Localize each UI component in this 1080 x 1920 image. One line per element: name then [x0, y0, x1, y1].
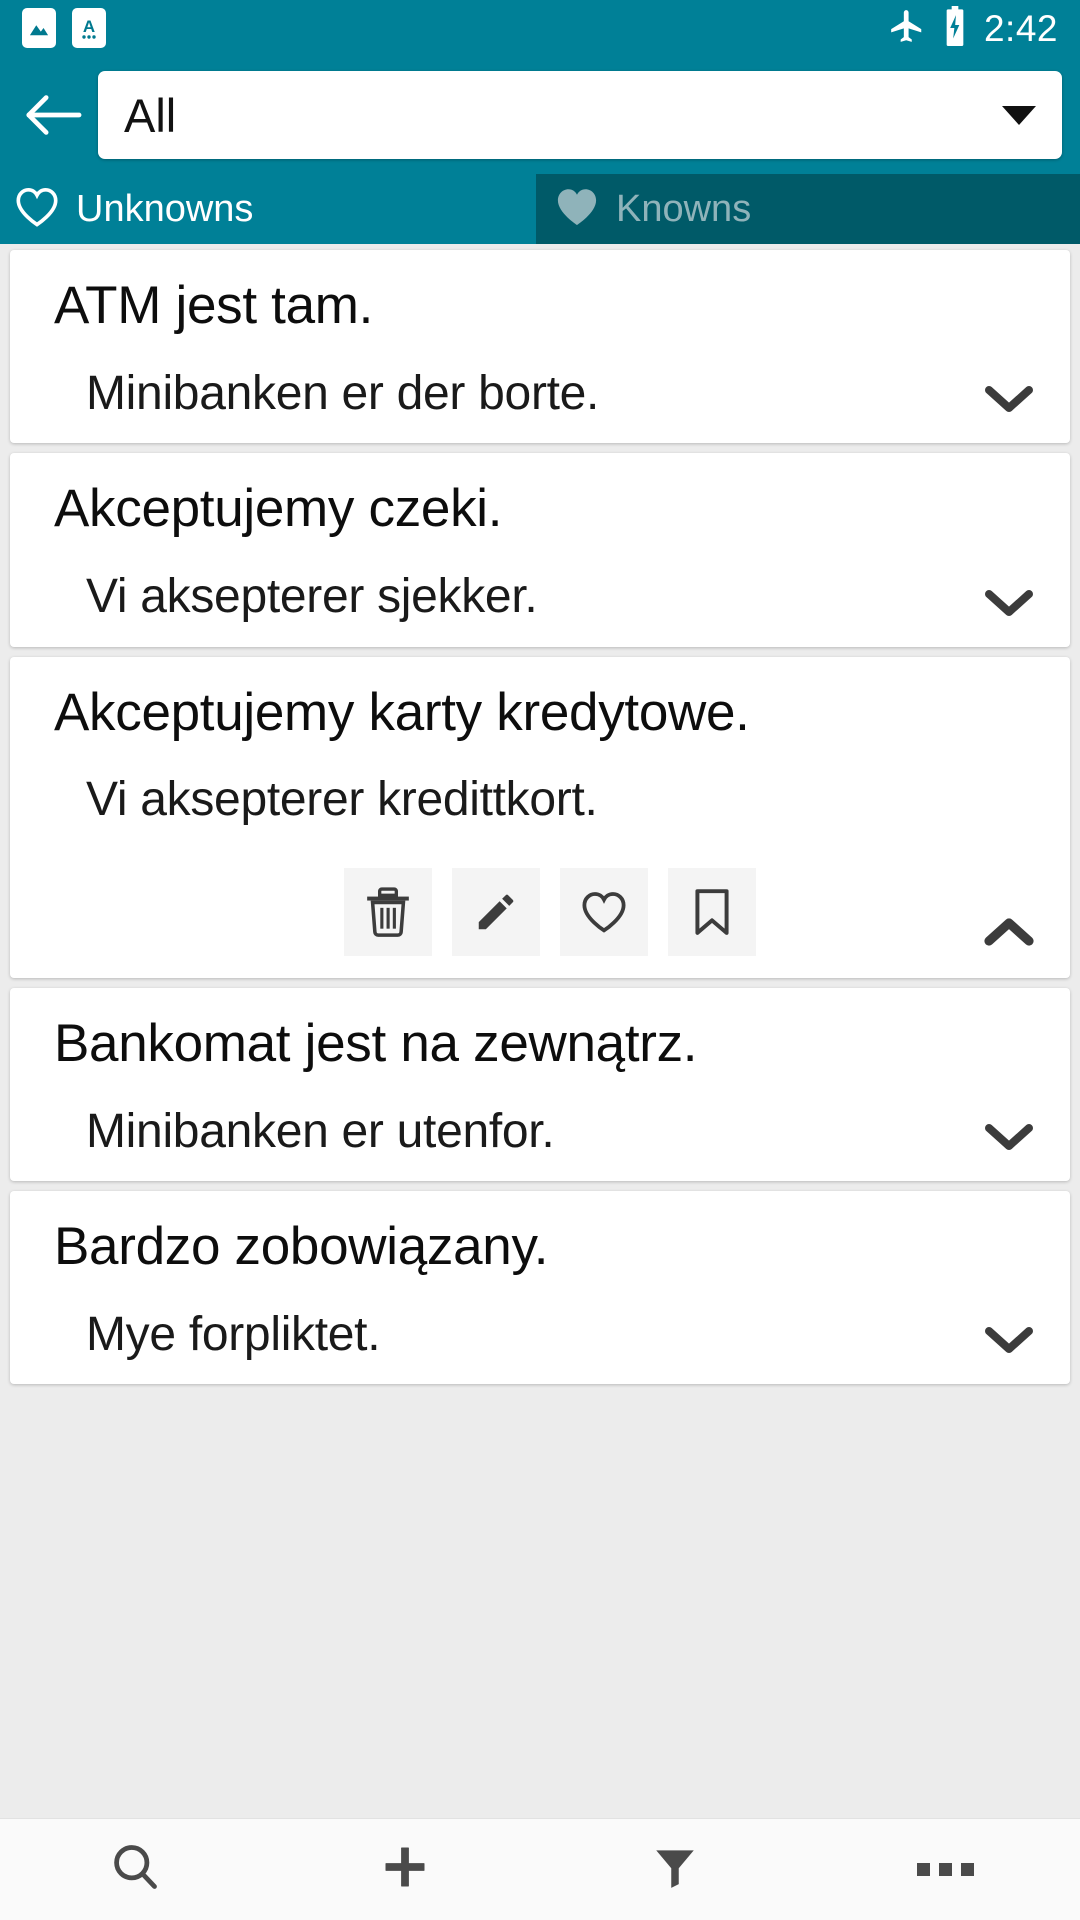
delete-button[interactable]	[344, 867, 432, 956]
chevron-up-icon[interactable]	[982, 906, 1036, 960]
text-notification-icon: A	[72, 8, 106, 48]
bookmark-button[interactable]	[668, 867, 756, 956]
phrase-back: Mye forpliktet.	[86, 1308, 381, 1362]
filter-button[interactable]	[540, 1819, 810, 1920]
search-button[interactable]	[0, 1819, 270, 1920]
airplane-mode-icon	[888, 7, 926, 50]
more-icon	[916, 1863, 974, 1876]
favorite-button[interactable]	[560, 867, 648, 956]
phrase-front: Akceptujemy karty kredytowe.	[54, 682, 750, 742]
phrase-back: Minibanken er utenfor.	[86, 1104, 555, 1158]
phrase-back: Vi aksepterer kredittkort.	[86, 773, 598, 827]
chevron-down-icon[interactable]	[982, 1109, 1036, 1163]
phrase-front: Bankomat jest na zewnątrz.	[54, 1013, 698, 1073]
overflow-button[interactable]	[810, 1819, 1080, 1920]
bottom-navigation-bar	[0, 1818, 1080, 1920]
list-item[interactable]: Bardzo zobowiązany. Mye forpliktet.	[10, 1191, 1070, 1385]
tab-unknowns-label: Unknowns	[76, 188, 254, 230]
chevron-down-icon[interactable]	[982, 1312, 1036, 1366]
status-indicators: 2:42	[888, 5, 1058, 51]
tab-unknowns[interactable]: Unknowns	[0, 174, 536, 244]
add-button[interactable]	[270, 1819, 540, 1920]
back-button[interactable]	[14, 77, 90, 153]
status-notifications: A	[22, 8, 106, 48]
phrase-front: Akceptujemy czeki.	[54, 479, 503, 539]
list-item[interactable]: ATM jest tam. Minibanken er der borte.	[10, 250, 1070, 444]
phrase-back: Minibanken er der borte.	[86, 366, 600, 420]
list-item[interactable]: Akceptujemy czeki. Vi aksepterer sjekker…	[10, 453, 1070, 647]
battery-charging-icon	[942, 5, 968, 51]
phrase-front: ATM jest tam.	[54, 276, 374, 335]
filter-icon	[650, 1841, 700, 1898]
plus-icon	[379, 1841, 431, 1898]
list-item-expanded[interactable]: Akceptujemy karty kredytowe. Vi aksepter…	[10, 656, 1070, 978]
phrase-list[interactable]: ATM jest tam. Minibanken er der borte. A…	[0, 244, 1080, 1818]
chevron-down-icon[interactable]	[982, 371, 1036, 425]
card-action-row	[54, 867, 1046, 956]
status-clock: 2:42	[983, 7, 1058, 49]
status-bar: A 2:42	[0, 0, 1080, 56]
chevron-down-icon	[1002, 105, 1036, 125]
heart-outline-icon	[14, 186, 60, 233]
tab-knowns-label: Knowns	[616, 188, 752, 230]
heart-filled-icon	[554, 186, 600, 233]
tab-bar: Unknowns Knowns	[0, 174, 1080, 244]
spinner-selected-value: All	[124, 88, 177, 142]
phrase-back: Vi aksepterer sjekker.	[86, 570, 538, 624]
svg-text:A: A	[83, 17, 95, 36]
list-item[interactable]: Bankomat jest na zewnątrz. Minibanken er…	[10, 987, 1070, 1182]
app-toolbar: All	[0, 56, 1080, 174]
phrase-front: Bardzo zobowiązany.	[54, 1217, 549, 1277]
image-notification-icon	[22, 8, 56, 48]
edit-button[interactable]	[452, 867, 540, 956]
app-screen: A 2:42 All Unknowns Knowns ATM jest tam.…	[0, 0, 1080, 1920]
chevron-down-icon[interactable]	[982, 575, 1036, 629]
tab-knowns[interactable]: Knowns	[536, 174, 1080, 244]
language-filter-spinner[interactable]: All	[98, 71, 1062, 159]
search-icon	[109, 1841, 161, 1898]
